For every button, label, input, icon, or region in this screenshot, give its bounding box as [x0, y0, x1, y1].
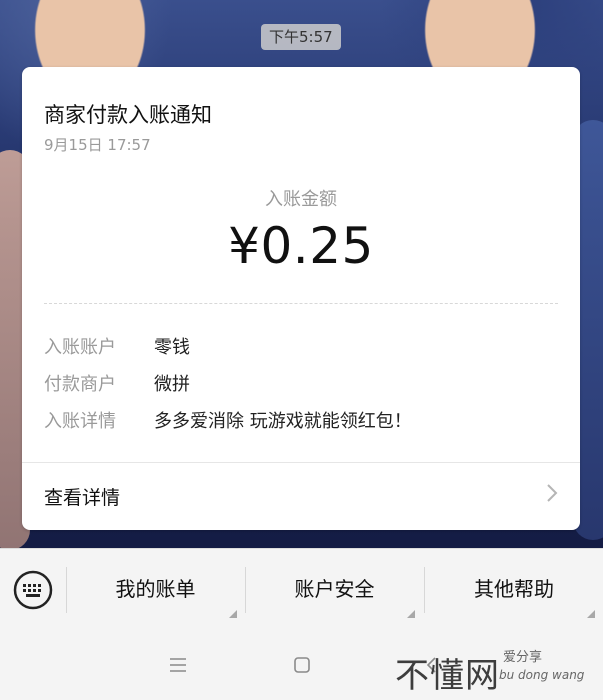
watermark-sub: 爱分享 — [503, 650, 543, 665]
submenu-indicator-icon — [587, 610, 595, 618]
keyboard-icon[interactable] — [12, 569, 54, 611]
amount-value: ¥0.25 — [228, 217, 374, 275]
submenu-indicator-icon — [229, 610, 237, 618]
notification-title: 商家付款入账通知 — [44, 103, 212, 127]
menu-label: 账户安全 — [294, 577, 375, 601]
detail-key: 付款商户 — [44, 374, 116, 395]
chevron-right-icon — [547, 484, 558, 502]
watermark-main: 不懂网 — [395, 656, 500, 696]
detail-row-description: 入账详情 多多爱消除 玩游戏就能领红包！ — [44, 407, 412, 433]
menu-label: 我的账单 — [115, 577, 196, 601]
service-menu-bar: 我的账单 账户安全 其他帮助 — [0, 548, 603, 631]
detail-row-account: 入账账户 零钱 — [44, 333, 190, 359]
watermark-sub-latin: bu dong wang — [499, 668, 585, 682]
menu-label: 其他帮助 — [474, 577, 554, 601]
submenu-indicator-icon — [407, 610, 415, 618]
message-timestamp: 下午5:57 — [261, 24, 341, 50]
menu-icon[interactable] — [166, 653, 190, 677]
detail-key: 入账详情 — [44, 411, 116, 432]
view-details-link[interactable]: 查看详情 — [22, 463, 580, 530]
menu-other-help[interactable]: 其他帮助 — [425, 549, 603, 630]
notification-date: 9月15日 17:57 — [44, 136, 151, 154]
detail-value: 零钱 — [154, 337, 190, 358]
detail-row-merchant: 付款商户 微拼 — [44, 370, 190, 396]
payment-notification-card[interactable]: 商家付款入账通知 9月15日 17:57 入账金额 ¥0.25 入账账户 零钱 付… — [22, 67, 580, 530]
amount-label: 入账金额 — [265, 189, 337, 210]
detail-value: 多多爱消除 玩游戏就能领红包！ — [154, 411, 412, 432]
watermark: 不懂网 爱分享 bu dong wang — [395, 648, 584, 697]
home-icon[interactable] — [290, 653, 314, 677]
detail-value: 微拼 — [154, 374, 190, 395]
menu-account-security[interactable]: 账户安全 — [246, 549, 423, 630]
system-navigation-bar — [0, 630, 603, 700]
menu-my-bill[interactable]: 我的账单 — [67, 549, 244, 630]
view-details-label: 查看详情 — [44, 487, 121, 509]
dashed-divider — [44, 303, 558, 304]
detail-key: 入账账户 — [44, 337, 116, 358]
